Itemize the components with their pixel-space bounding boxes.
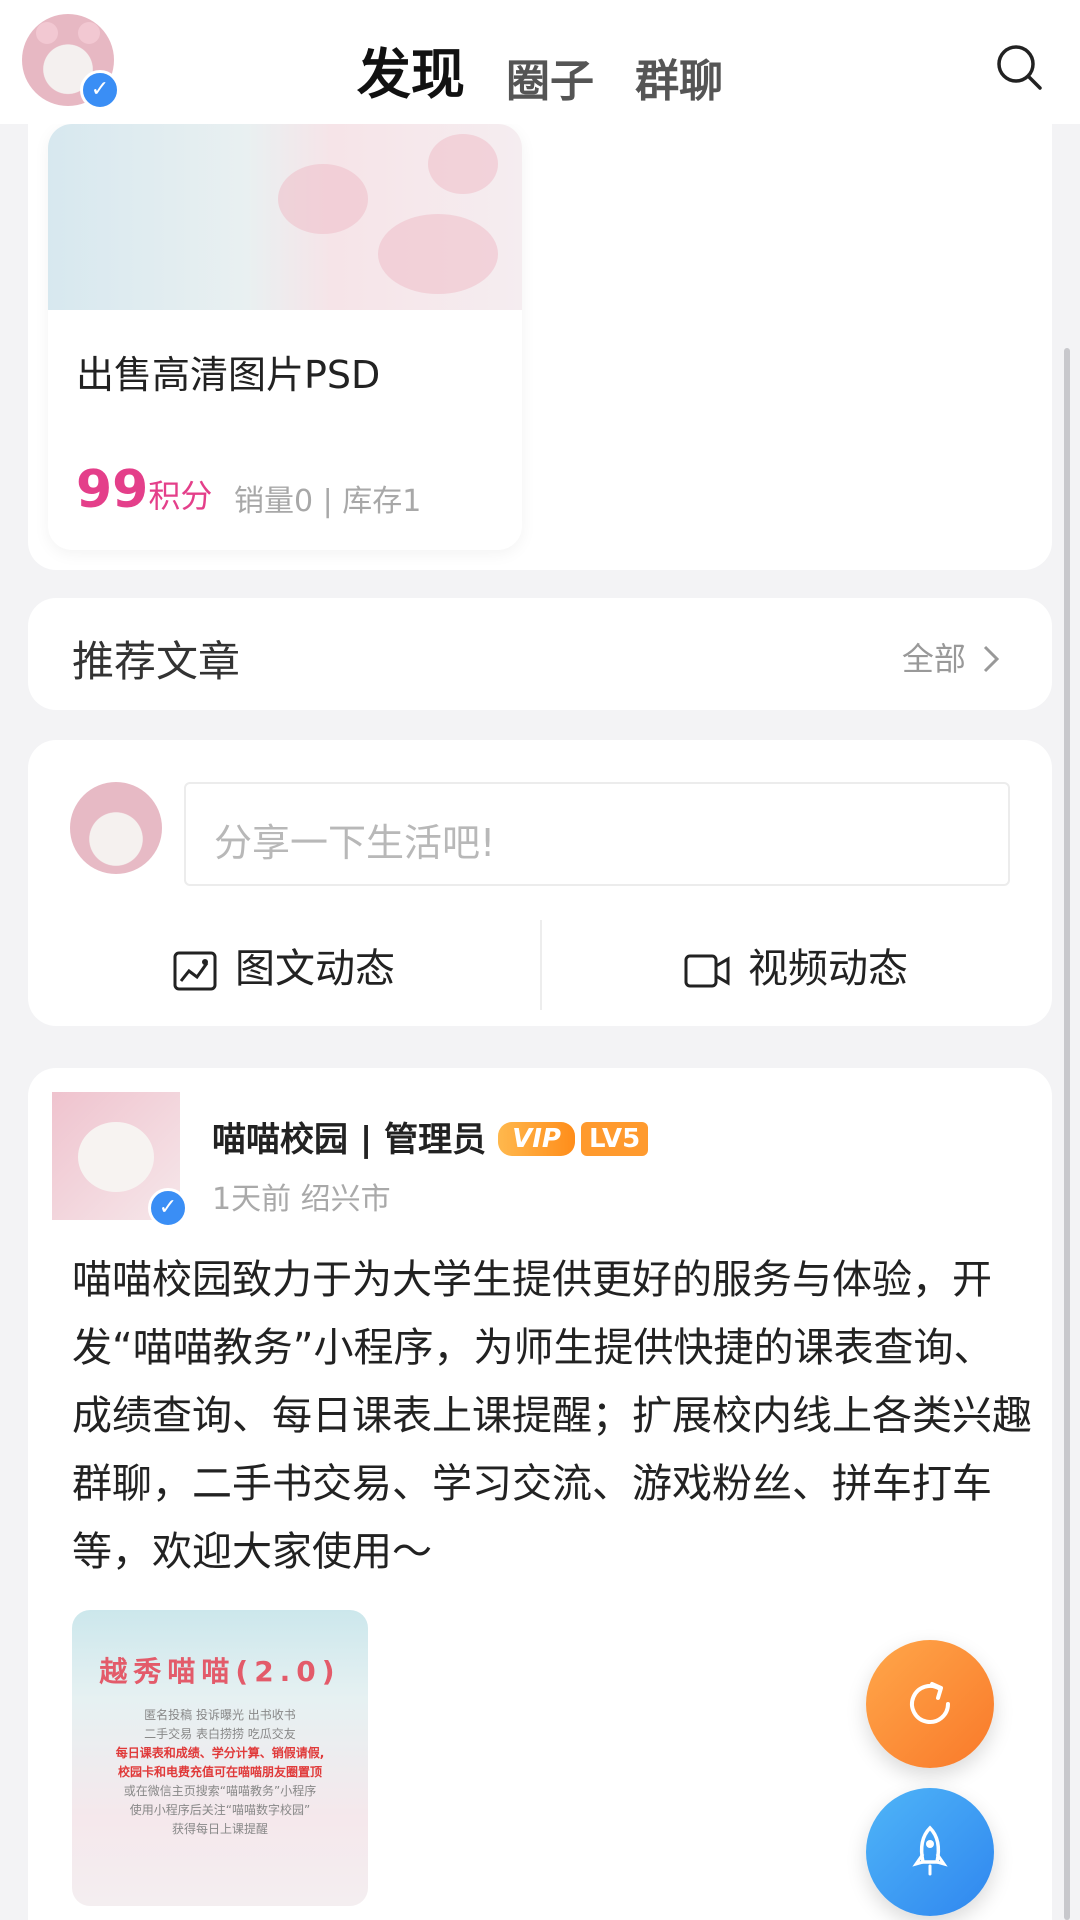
post-composer: 分享一下生活吧! 图文动态 视频动态	[28, 740, 1052, 1026]
blossom-decoration	[378, 214, 498, 294]
post-image-line: 使用小程序后关注“喵喵数字校园”	[129, 1803, 311, 1817]
verified-check-icon: ✓	[148, 1188, 188, 1228]
product-price: 99积分	[76, 460, 212, 520]
post-image[interactable]: 越秀喵喵(2.0) 匿名投稿 投诉曝光 出书收书 二手交易 表白捞捞 吃瓜交友 …	[72, 1610, 368, 1906]
search-icon[interactable]	[994, 42, 1044, 92]
refresh-icon	[910, 1682, 950, 1724]
top-nav-bar: ✓ 发现 圈子 群聊	[0, 0, 1080, 124]
product-title: 出售高清图片PSD	[76, 353, 381, 397]
video-icon	[684, 954, 730, 988]
post-content[interactable]: 喵喵校园致力于为大学生提供更好的服务与体验，开发“喵喵教务”小程序，为师生提供快…	[72, 1246, 1032, 1586]
image-post-label: 图文动态	[235, 946, 395, 992]
video-post-button[interactable]: 视频动态	[540, 926, 1052, 1012]
post-image-line: 每日课表和成绩、学分计算、销假请假,	[115, 1746, 325, 1760]
product-image	[48, 124, 522, 310]
section-title: 推荐文章	[72, 637, 241, 686]
recommended-articles-bar[interactable]: 推荐文章 全部	[28, 598, 1052, 710]
post-image-line: 或在微信主页搜索“喵喵教务”小程序	[123, 1784, 317, 1798]
product-stock: 销量0 | 库存1	[234, 484, 422, 519]
tab-circle[interactable]: 圈子	[506, 45, 594, 109]
share-input[interactable]: 分享一下生活吧!	[184, 782, 1010, 886]
video-post-label: 视频动态	[748, 946, 908, 992]
image-icon	[173, 951, 217, 991]
post-image-line: 获得每日上课提醒	[171, 1822, 268, 1836]
post-image-line: 匿名投稿 投诉曝光 出书收书	[144, 1708, 296, 1722]
post-author-avatar[interactable]: ✓	[52, 1092, 188, 1228]
price-value: 99	[76, 460, 149, 520]
level-badge: LV5	[580, 1122, 649, 1156]
price-unit: 积分	[148, 477, 213, 515]
post-meta: 1天前 绍兴市	[212, 1182, 391, 1217]
post-author-name[interactable]: 喵喵校园 | 管理员	[212, 1120, 486, 1160]
post-author-line: 喵喵校园 | 管理员 VIP LV5	[212, 1112, 649, 1161]
refresh-button[interactable]	[866, 1640, 994, 1768]
feed-post: ✓ 喵喵校园 | 管理员 VIP LV5 1天前 绍兴市 喵喵校园致力于为大学生提供…	[28, 1068, 1052, 1920]
blossom-decoration	[428, 134, 498, 194]
view-all-label: 全部	[901, 640, 966, 678]
post-image-line: 二手交易 表白捞捞 吃瓜交友	[144, 1727, 296, 1741]
tab-bar: 发现 圈子 群聊	[0, 30, 1080, 109]
image-post-button[interactable]: 图文动态	[28, 926, 540, 1012]
post-image-line: 校园卡和电费充值可在喵喵朋友圈置顶	[117, 1765, 322, 1779]
product-card[interactable]: 出售高清图片PSD 99积分 销量0 | 库存1	[48, 124, 522, 550]
blossom-decoration	[278, 164, 368, 234]
composer-avatar	[70, 782, 162, 874]
scrollbar[interactable]	[1064, 348, 1070, 1920]
vip-badge: VIP	[498, 1122, 575, 1156]
tab-discover[interactable]: 发现	[357, 30, 465, 109]
chevron-right-icon	[983, 645, 1000, 673]
back-to-top-button[interactable]	[866, 1788, 994, 1916]
rocket-icon	[912, 1825, 948, 1876]
view-all-link[interactable]: 全部	[902, 634, 1002, 680]
avatar-face	[78, 1122, 154, 1192]
tab-group-chat[interactable]: 群聊	[635, 45, 723, 109]
post-image-title: 越秀喵喵(2.0)	[99, 1655, 341, 1688]
